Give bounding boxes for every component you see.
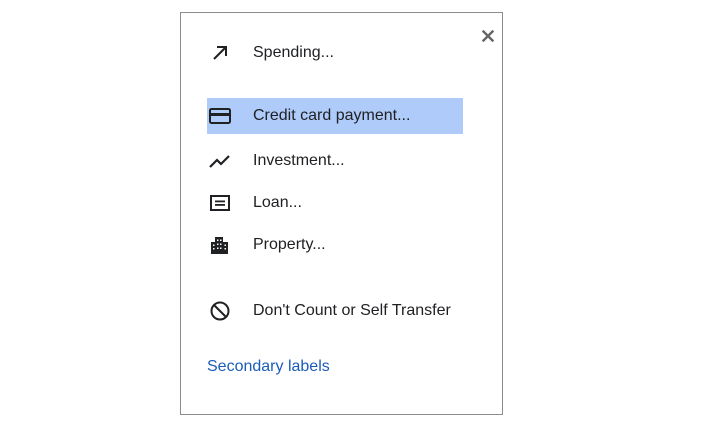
menu-item-spending[interactable]: Spending... — [207, 35, 463, 71]
menu-item-investment[interactable]: Investment... — [207, 143, 463, 179]
trending-line-icon — [207, 148, 233, 174]
close-button[interactable] — [477, 25, 499, 47]
menu-item-label: Investment... — [253, 152, 345, 169]
menu-item-label: Property... — [253, 236, 326, 253]
menu-item-credit-card-payment[interactable]: Credit card payment... — [207, 98, 463, 134]
document-icon — [207, 190, 233, 216]
block-icon — [207, 298, 233, 324]
menu-item-loan[interactable]: Loan... — [207, 185, 463, 221]
secondary-labels-link[interactable]: Secondary labels — [207, 358, 330, 376]
menu-item-label: Loan... — [253, 194, 302, 211]
credit-card-icon — [207, 103, 233, 129]
close-icon[interactable] — [482, 30, 494, 42]
building-icon — [207, 232, 233, 258]
menu-item-dont-count[interactable]: Don't Count or Self Transfer — [207, 293, 463, 329]
menu-item-label: Spending... — [253, 44, 334, 61]
category-menu: Spending... Credit card payment... Inves… — [180, 12, 503, 415]
menu-item-property[interactable]: Property... — [207, 227, 463, 263]
menu-item-label: Credit card payment... — [253, 107, 411, 124]
arrow-up-right-icon — [207, 40, 233, 66]
menu-item-label: Don't Count or Self Transfer — [253, 302, 451, 319]
